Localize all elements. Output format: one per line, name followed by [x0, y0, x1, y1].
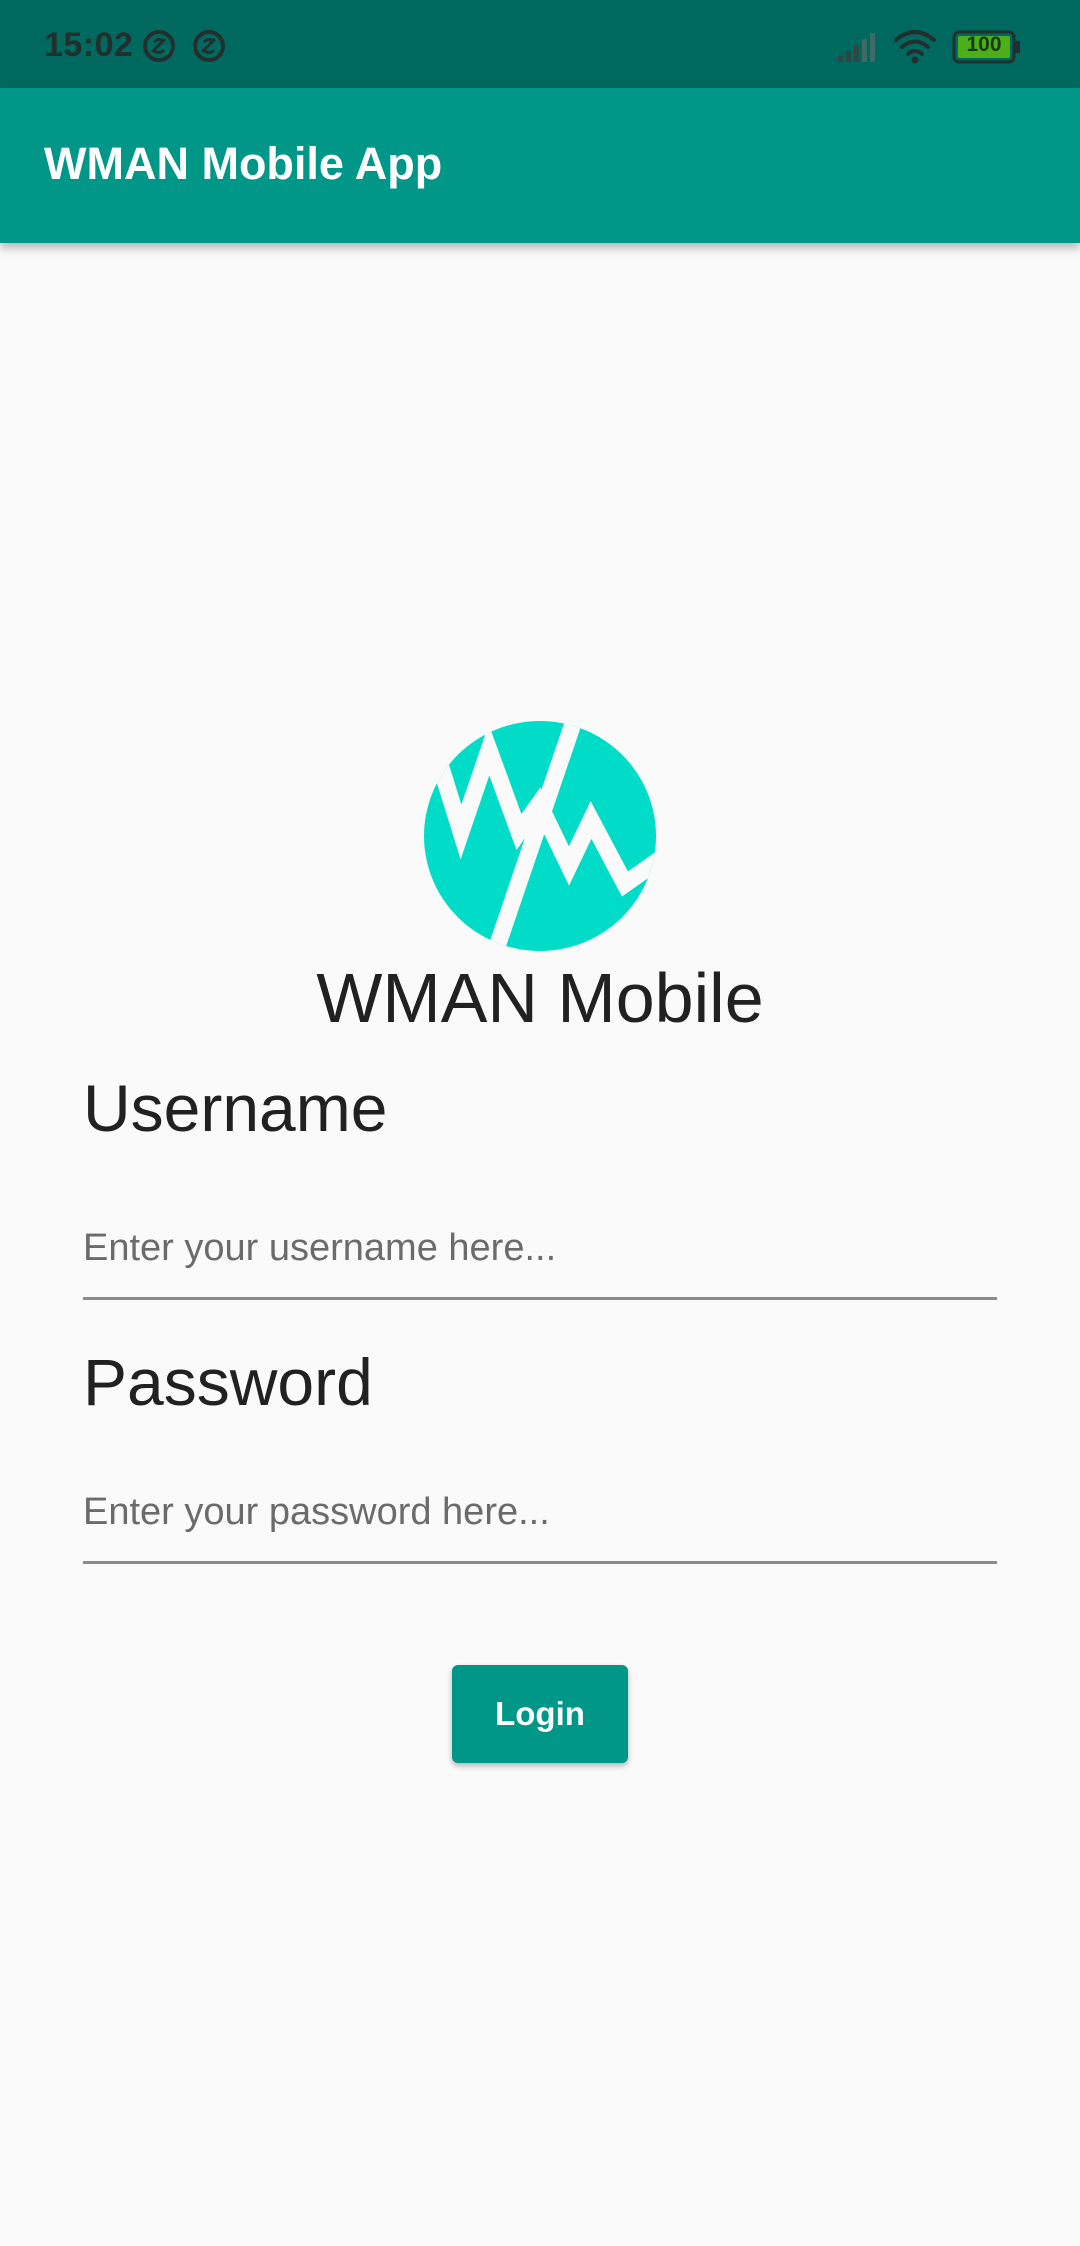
status-time: 15:02	[44, 26, 134, 64]
notification-icon	[193, 30, 225, 62]
wifi-icon	[894, 30, 936, 64]
app-title: WMAN Mobile App	[44, 138, 443, 189]
login-button[interactable]: Login	[452, 1665, 628, 1763]
app-bar: WMAN Mobile App	[0, 88, 1080, 243]
status-bar: 15:02 100	[0, 0, 1080, 88]
notification-icon	[143, 30, 175, 62]
wman-logo-icon	[424, 721, 656, 951]
username-label: Username	[83, 1071, 388, 1145]
password-label: Password	[83, 1345, 373, 1419]
password-input[interactable]	[83, 1464, 997, 1564]
brand-name: WMAN Mobile	[316, 959, 764, 1037]
signal-icon	[838, 33, 875, 62]
battery-level: 100	[966, 33, 1002, 56]
username-input[interactable]	[83, 1200, 997, 1300]
